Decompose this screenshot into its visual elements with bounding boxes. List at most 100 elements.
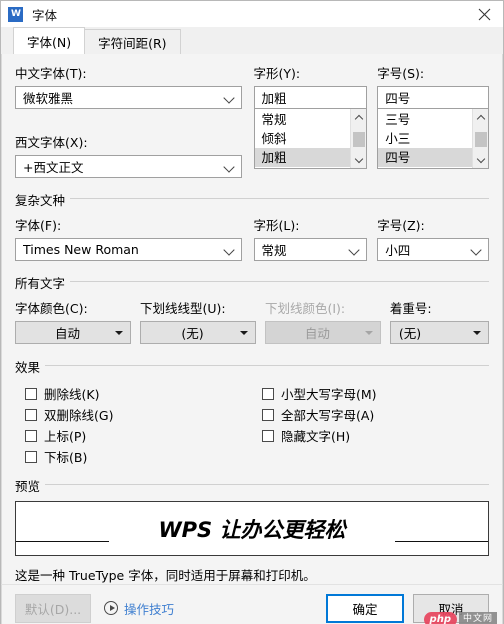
chinese-font-combo[interactable]: 微软雅黑: [15, 86, 242, 109]
checkbox-box: [262, 387, 274, 400]
watermark-suffix: 中文网: [458, 612, 497, 624]
font-color-value: 自动: [54, 326, 80, 341]
chevron-down-icon: [223, 160, 237, 174]
preview-title: 预览: [15, 476, 46, 495]
scroll-track[interactable]: [351, 126, 367, 151]
checkbox-double-strikethrough[interactable]: 双删除线(G): [25, 404, 250, 425]
western-font-label: 西文字体(X):: [15, 135, 88, 150]
font-style-column: 字形(Y): 加粗 常规 倾斜 加粗: [253, 63, 368, 178]
complex-script-title: 复杂文种: [15, 190, 71, 209]
chevron-down-icon: [223, 243, 237, 257]
close-icon[interactable]: [469, 2, 499, 26]
tab-font-label: 字体(N): [27, 34, 72, 50]
list-item[interactable]: 倾斜: [255, 129, 351, 148]
list-item[interactable]: 小三: [378, 129, 472, 148]
underline-style-value: (无): [181, 326, 204, 341]
effects-right-column: 小型大写字母(M) 全部大写字母(A) 隐藏文字(H): [250, 383, 489, 467]
watermark: php 中文网: [423, 611, 497, 624]
chinese-font-label: 中文字体(T):: [15, 66, 87, 81]
effects-group: 效果: [15, 357, 489, 376]
checkbox-box: [25, 429, 37, 442]
checkbox-small-caps[interactable]: 小型大写字母(M): [262, 383, 489, 404]
all-text-title: 所有文字: [15, 273, 71, 292]
scroll-thumb[interactable]: [474, 132, 487, 147]
scroll-thumb[interactable]: [352, 132, 365, 147]
font-size-items: 三号 小三 四号: [378, 109, 472, 168]
scroll-up-icon[interactable]: [351, 109, 367, 126]
checkbox-box: [25, 387, 37, 400]
complex-script-group: 复杂文种: [15, 190, 489, 209]
checkbox-strikethrough[interactable]: 删除线(K): [25, 383, 250, 404]
emphasis-value: (无): [398, 326, 422, 341]
checkbox-subscript[interactable]: 下标(B): [25, 446, 250, 467]
group-divider: [15, 484, 489, 485]
font-size-scrollbar[interactable]: [472, 109, 488, 168]
chevron-down-icon: [348, 243, 362, 257]
font-style-listbox[interactable]: 常规 倾斜 加粗: [253, 109, 368, 169]
list-item[interactable]: 加粗: [254, 148, 351, 167]
font-style-input[interactable]: 加粗: [253, 86, 368, 109]
font-dialog: W 字体 字体(N) 字符间距(R) 中文字体(T): 微软雅黑 西文字体(X)…: [0, 0, 504, 624]
complex-style-combo[interactable]: 常规: [253, 238, 368, 261]
preview-box: WPS 让办公更轻松: [15, 501, 489, 556]
font-size-input[interactable]: 四号: [377, 86, 489, 109]
complex-size-label: 字号(Z):: [377, 218, 425, 233]
scroll-down-icon[interactable]: [473, 151, 489, 168]
underline-style-dropdown[interactable]: (无): [139, 321, 256, 344]
checkbox-label: 全部大写字母(A): [281, 408, 375, 423]
font-style-scrollbar[interactable]: [350, 109, 367, 168]
complex-size-combo[interactable]: 小四: [377, 238, 489, 261]
watermark-brand: php: [423, 612, 457, 624]
preview-note: 这是一种 TrueType 字体，同时适用于屏幕和打印机。: [15, 568, 316, 583]
wps-icon: W: [8, 6, 23, 22]
chevron-down-icon: [470, 243, 484, 257]
checkbox-superscript[interactable]: 上标(P): [25, 425, 250, 446]
checkbox-label: 删除线(K): [44, 387, 100, 402]
checkbox-label: 双删除线(G): [44, 408, 114, 423]
tab-font[interactable]: 字体(N): [13, 27, 86, 54]
ok-button[interactable]: 确定: [326, 593, 404, 623]
complex-style-label: 字形(L):: [253, 218, 300, 233]
font-style-value: 加粗: [261, 91, 287, 106]
checkbox-hidden-text[interactable]: 隐藏文字(H): [262, 425, 489, 446]
tab-character-spacing-label: 字符间距(R): [98, 35, 167, 51]
font-style-items: 常规 倾斜 加粗: [254, 109, 351, 168]
scroll-up-icon[interactable]: [473, 109, 489, 126]
group-divider: [15, 198, 489, 199]
dialog-body: 中文字体(T): 微软雅黑 西文字体(X): +西文正文 字形(Y): 加粗 常…: [1, 54, 503, 584]
checkbox-label: 上标(P): [44, 429, 87, 444]
complex-script-row: 字体(F): Times New Roman 字形(L): 常规 字号(Z): …: [15, 215, 489, 261]
set-as-default-label: 默认(D)...: [24, 601, 82, 617]
play-circle-icon: [104, 601, 118, 615]
chinese-font-value: 微软雅黑: [23, 91, 74, 106]
font-style-label: 字形(Y):: [253, 66, 301, 81]
complex-font-combo[interactable]: Times New Roman: [15, 238, 242, 261]
effects-left-column: 删除线(K) 双删除线(G) 上标(P) 下标(B): [15, 383, 250, 467]
font-color-dropdown[interactable]: 自动: [15, 321, 131, 344]
checkbox-label: 下标(B): [44, 450, 88, 465]
all-text-row: 字体颜色(C): 自动 下划线线型(U): (无) 下划线颜色(I): 自动 着…: [15, 298, 490, 344]
scroll-track[interactable]: [473, 126, 489, 151]
emphasis-dropdown[interactable]: (无): [389, 321, 490, 344]
western-font-combo[interactable]: +西文正文: [15, 155, 242, 178]
tab-character-spacing[interactable]: 字符间距(R): [84, 29, 181, 54]
font-size-listbox[interactable]: 三号 小三 四号: [377, 109, 489, 169]
list-item[interactable]: 四号: [378, 148, 472, 167]
list-item[interactable]: 三号: [378, 110, 472, 129]
preview-group: 预览: [15, 476, 489, 495]
checkbox-all-caps[interactable]: 全部大写字母(A): [262, 404, 489, 425]
checkbox-label: 隐藏文字(H): [281, 429, 351, 444]
list-item[interactable]: 常规: [255, 110, 351, 129]
triangle-down-icon: [239, 328, 249, 337]
triangle-down-icon: [473, 328, 482, 337]
effects-title: 效果: [15, 357, 46, 376]
operation-tips-label: 操作技巧: [124, 601, 175, 617]
operation-tips-link[interactable]: 操作技巧: [104, 599, 174, 618]
underline-color-column: 下划线颜色(I): 自动: [264, 298, 381, 344]
underline-color-label: 下划线颜色(I):: [264, 301, 346, 316]
effects-row: 删除线(K) 双删除线(G) 上标(P) 下标(B) 小型大写字母(M) 全部大…: [15, 383, 489, 467]
dialog-footer: 默认(D)... 操作技巧 确定 取消 php 中文网: [1, 584, 503, 624]
scroll-down-icon[interactable]: [351, 151, 367, 168]
font-selectors-row: 中文字体(T): 微软雅黑 西文字体(X): +西文正文 字形(Y): 加粗 常…: [15, 63, 489, 178]
emphasis-column: 着重号: (无): [389, 298, 490, 344]
